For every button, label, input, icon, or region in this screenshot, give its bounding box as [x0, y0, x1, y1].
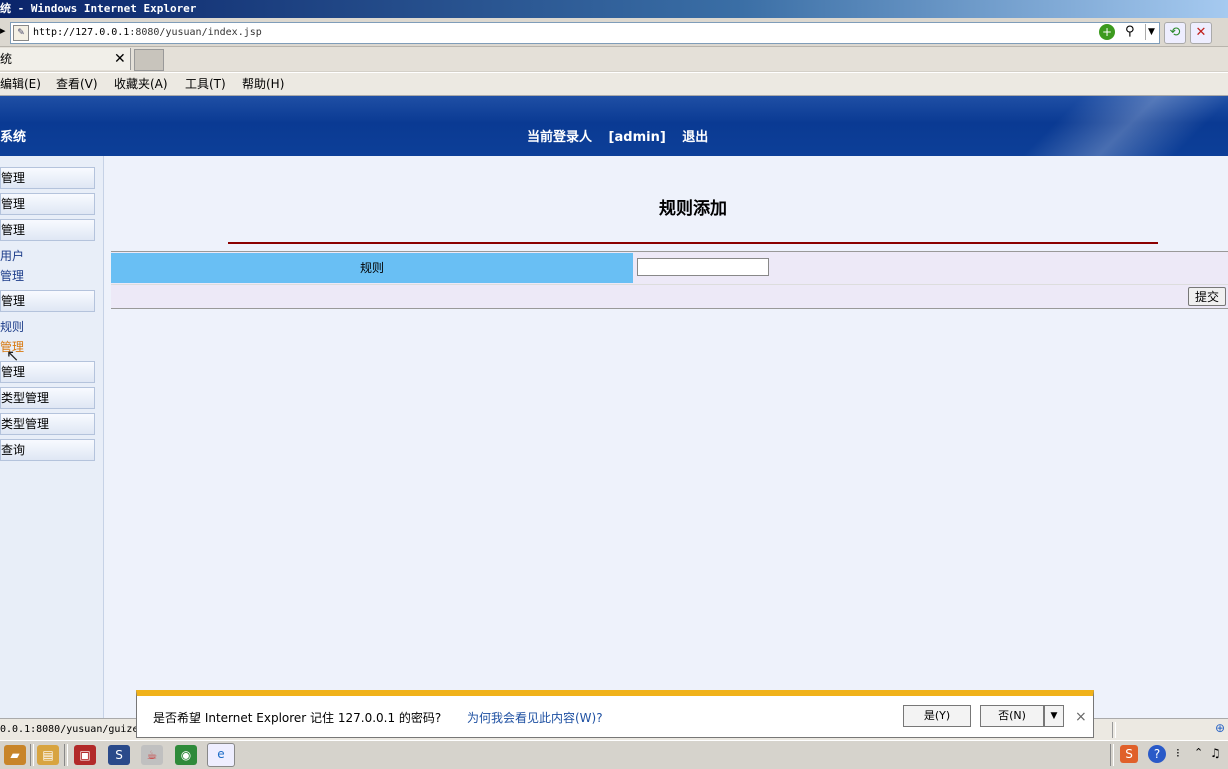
- folder-icon[interactable]: ▤: [37, 745, 59, 765]
- tray-s-icon[interactable]: S: [1120, 745, 1138, 763]
- go-icon[interactable]: +: [1099, 24, 1115, 40]
- window-title-bar: 统 - Windows Internet Explorer: [0, 0, 1228, 18]
- app-icon-blue[interactable]: S: [108, 745, 130, 765]
- tray-divider: [1110, 744, 1114, 766]
- java-icon[interactable]: ☕: [141, 745, 163, 765]
- sidebar-link-rule[interactable]: 规则: [0, 318, 24, 335]
- sidebar-item-5[interactable]: 管理: [0, 361, 95, 383]
- tray-network-icon[interactable]: ⁝: [1176, 746, 1180, 760]
- tab-current[interactable]: 统 ✕: [0, 48, 131, 70]
- back-arrow-icon[interactable]: ▸: [0, 24, 6, 37]
- new-tab-button[interactable]: [134, 49, 164, 71]
- page-icon: ✎: [13, 25, 29, 41]
- login-label: 当前登录人: [527, 130, 593, 145]
- address-url[interactable]: http://127.0.0.1:8080/yusuan/index.jsp: [33, 23, 262, 43]
- address-bar[interactable]: ✎ http://127.0.0.1:8080/yusuan/index.jsp…: [10, 22, 1160, 44]
- help-icon[interactable]: ?: [1148, 745, 1166, 763]
- menu-edit[interactable]: 编辑(E): [0, 73, 41, 95]
- form-actions-row: 提交: [111, 284, 1228, 308]
- no-button[interactable]: 否(N): [980, 705, 1044, 727]
- taskbar: ▰ ▤ ▣ S ☕ ◉ e S ? ⁝ ⌃ ♫: [0, 740, 1228, 769]
- tab-label: 统: [0, 52, 13, 66]
- taskbar-divider-2: [64, 744, 68, 766]
- window-title: 统 - Windows Internet Explorer: [0, 2, 197, 15]
- login-user: [admin]: [608, 130, 666, 145]
- login-info: 当前登录人 [admin] 退出: [527, 126, 720, 145]
- menu-bar: 编辑(E) 查看(V) 收藏夹(A) 工具(T) 帮助(H): [0, 72, 1228, 96]
- yes-button[interactable]: 是(Y): [903, 705, 971, 727]
- header-decoration: [998, 96, 1228, 156]
- logout-link[interactable]: 退出: [682, 130, 708, 145]
- sidebar: 管理 管理 管理 用户 管理 管理 规则 管理 ↖ 管理 类型管理 类型管理 查…: [0, 156, 104, 718]
- notification-close-icon[interactable]: ×: [1075, 709, 1087, 725]
- menu-favorites[interactable]: 收藏夹(A): [114, 73, 168, 95]
- sidebar-item-1[interactable]: 管理: [0, 167, 95, 189]
- sidebar-item-query[interactable]: 查询: [0, 439, 95, 461]
- tab-bar: 统 ✕: [0, 47, 1228, 71]
- tray-expand-icon[interactable]: ⌃: [1194, 746, 1203, 759]
- taskbar-divider: [30, 744, 34, 766]
- app-icon-green[interactable]: ◉: [175, 745, 197, 765]
- rule-label: 规则: [111, 253, 633, 283]
- no-dropdown-icon[interactable]: ▼: [1044, 705, 1064, 727]
- sidebar-link-manage[interactable]: 管理: [0, 267, 24, 284]
- main-content: 规则添加 规则 提交: [104, 156, 1228, 718]
- sidebar-item-3[interactable]: 管理: [0, 219, 95, 241]
- page-header: 系统 当前登录人 [admin] 退出: [0, 96, 1228, 156]
- menu-tools[interactable]: 工具(T): [185, 73, 226, 95]
- system-name: 系统: [0, 130, 27, 145]
- rule-input[interactable]: [637, 258, 769, 276]
- notification-message: 是否希望 Internet Explorer 记住 127.0.0.1 的密码?: [153, 711, 442, 725]
- page-title: 规则添加: [659, 199, 727, 219]
- search-icon[interactable]: ⚲: [1125, 24, 1135, 39]
- start-menu-icon[interactable]: ▰: [4, 745, 26, 765]
- status-text: 0.0.1:8080/yusuan/guize: [0, 724, 139, 735]
- why-link[interactable]: 为何我会看见此内容(W)?: [467, 709, 603, 726]
- menu-help[interactable]: 帮助(H): [242, 73, 284, 95]
- sidebar-item-4[interactable]: 管理: [0, 290, 95, 312]
- tray-volume-icon[interactable]: ♫: [1210, 746, 1221, 760]
- submit-button[interactable]: 提交: [1188, 287, 1226, 306]
- address-row: ▸ ✎ http://127.0.0.1:8080/yusuan/index.j…: [0, 18, 1228, 47]
- status-divider: [1112, 722, 1116, 738]
- sidebar-item-type-1[interactable]: 类型管理: [0, 387, 95, 409]
- rule-form: 规则 提交: [111, 251, 1228, 309]
- sidebar-link-user[interactable]: 用户: [0, 247, 24, 264]
- form-row: 规则: [111, 252, 1228, 284]
- refresh-icon[interactable]: ⟲: [1164, 22, 1186, 44]
- password-save-notification: 是否希望 Internet Explorer 记住 127.0.0.1 的密码?…: [136, 690, 1094, 738]
- ie-icon[interactable]: e: [207, 743, 235, 767]
- dropdown-arrow-icon[interactable]: ▼: [1145, 24, 1157, 40]
- zoom-icon[interactable]: ⊕: [1215, 721, 1225, 735]
- sidebar-item-type-2[interactable]: 类型管理: [0, 413, 95, 435]
- title-divider: [228, 242, 1158, 244]
- tab-close-icon[interactable]: ✕: [114, 48, 126, 70]
- menu-view[interactable]: 查看(V): [56, 73, 98, 95]
- app-icon-red[interactable]: ▣: [74, 745, 96, 765]
- stop-icon[interactable]: ✕: [1190, 22, 1212, 44]
- sidebar-item-2[interactable]: 管理: [0, 193, 95, 215]
